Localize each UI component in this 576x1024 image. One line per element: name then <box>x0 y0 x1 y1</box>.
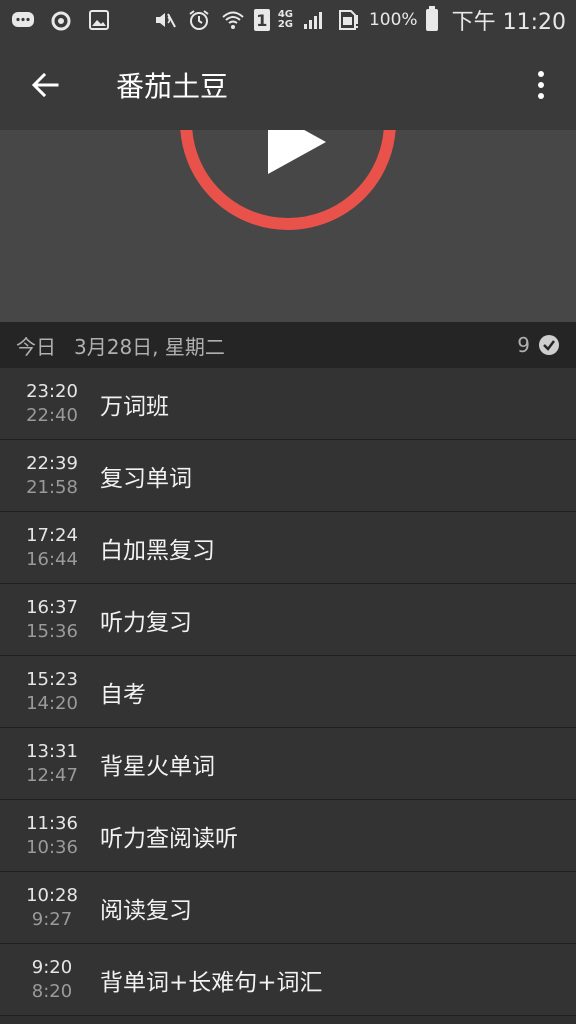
end-time: 11:36 <box>26 812 78 834</box>
play-icon <box>268 130 326 174</box>
time-range: 23:20 22:40 <box>0 380 86 428</box>
timer-panel <box>0 130 576 322</box>
status-left-icons <box>10 8 112 32</box>
list-item[interactable]: 9:20 8:20 背单词+长难句+词汇 <box>0 944 576 1016</box>
battery-percent: 100% <box>368 10 418 30</box>
end-time: 23:20 <box>26 380 78 402</box>
start-time: 21:58 <box>26 476 78 498</box>
day-label: 今日 <box>16 334 56 359</box>
task-name: 听力复习 <box>100 609 192 636</box>
back-button[interactable] <box>0 40 90 130</box>
list-item[interactable]: 10:28 9:27 阅读复习 <box>0 872 576 944</box>
task-name: 白加黑复习 <box>100 537 215 564</box>
signal-icon <box>301 8 327 32</box>
status-right-icons: 1 4G 2G 100% 下午 11:20 <box>152 4 566 36</box>
time-range: 13:31 12:47 <box>0 740 86 788</box>
network-type-bottom: 2G <box>277 19 293 30</box>
completed-count: 9 <box>517 333 560 357</box>
task-name: 复习单词 <box>100 465 192 492</box>
end-time: 15:23 <box>26 668 78 690</box>
end-time: 13:31 <box>26 740 78 762</box>
list-item[interactable]: 15:23 14:20 自考 <box>0 656 576 728</box>
start-time: 16:44 <box>26 548 78 570</box>
page-title: 番茄土豆 <box>116 70 229 103</box>
task-name: 自考 <box>100 681 146 708</box>
network-type: 4G 2G <box>278 10 293 30</box>
task-name: 背星火单词 <box>100 753 215 780</box>
status-bar: 1 4G 2G 100% 下午 11:20 <box>0 0 576 40</box>
task-name: 背单词+长难句+词汇 <box>100 969 323 996</box>
date-header: 今日 3月28日, 星期二 9 <box>0 322 576 368</box>
alarm-icon <box>186 8 212 32</box>
list-item[interactable]: 11:36 10:36 听力查阅读听 <box>0 800 576 872</box>
start-time: 14:20 <box>26 692 78 714</box>
sim-card-indicator: 1 <box>253 9 270 31</box>
weibo-icon <box>48 8 74 32</box>
completed-count-value: 9 <box>517 333 530 357</box>
list-item[interactable]: 16:37 15:36 听力复习 <box>0 584 576 656</box>
list-item[interactable]: 17:24 16:44 白加黑复习 <box>0 512 576 584</box>
time-range: 17:24 16:44 <box>0 524 86 572</box>
list-item[interactable]: 22:39 21:58 复习单词 <box>0 440 576 512</box>
clock: 下午 11:20 <box>451 10 566 35</box>
start-time: 10:36 <box>26 836 78 858</box>
time-range: 22:39 21:58 <box>0 452 86 500</box>
more-vert-icon <box>538 71 544 99</box>
mute-icon <box>152 8 178 32</box>
check-circle-icon <box>539 335 559 355</box>
play-button[interactable] <box>178 130 398 232</box>
date-text: 3月28日, 星期二 <box>74 334 225 359</box>
end-time: 17:24 <box>26 524 78 546</box>
start-time: 15:36 <box>26 620 78 642</box>
more-options-button[interactable] <box>506 40 576 130</box>
wifi-icon <box>220 8 246 32</box>
end-time: 22:39 <box>26 452 78 474</box>
start-time: 22:40 <box>26 404 78 426</box>
task-name: 万词班 <box>100 393 169 420</box>
pomodoro-list: 23:20 22:40 万词班 22:39 21:58 复习单词 17:24 1… <box>0 368 576 1016</box>
list-item[interactable]: 13:31 12:47 背星火单词 <box>0 728 576 800</box>
time-range: 9:20 8:20 <box>0 956 86 1004</box>
start-time: 9:27 <box>31 908 73 930</box>
start-time: 12:47 <box>26 764 78 786</box>
end-time: 10:28 <box>26 884 78 906</box>
task-name: 阅读复习 <box>100 897 192 924</box>
app-bar: 番茄土豆 <box>0 40 576 130</box>
time-range: 10:28 9:27 <box>0 884 86 932</box>
chat-bubble-icon <box>10 8 36 32</box>
task-name: 听力查阅读听 <box>100 825 238 852</box>
end-time: 16:37 <box>26 596 78 618</box>
end-time: 9:20 <box>31 956 73 978</box>
time-range: 16:37 15:36 <box>0 596 86 644</box>
list-item[interactable]: 23:20 22:40 万词班 <box>0 368 576 440</box>
time-range: 15:23 14:20 <box>0 668 86 716</box>
sim-alert-icon <box>335 8 361 32</box>
battery-icon <box>425 6 438 31</box>
image-icon <box>86 8 112 32</box>
time-range: 11:36 10:36 <box>0 812 86 860</box>
start-time: 8:20 <box>31 980 73 1002</box>
arrow-left-icon <box>31 72 59 98</box>
